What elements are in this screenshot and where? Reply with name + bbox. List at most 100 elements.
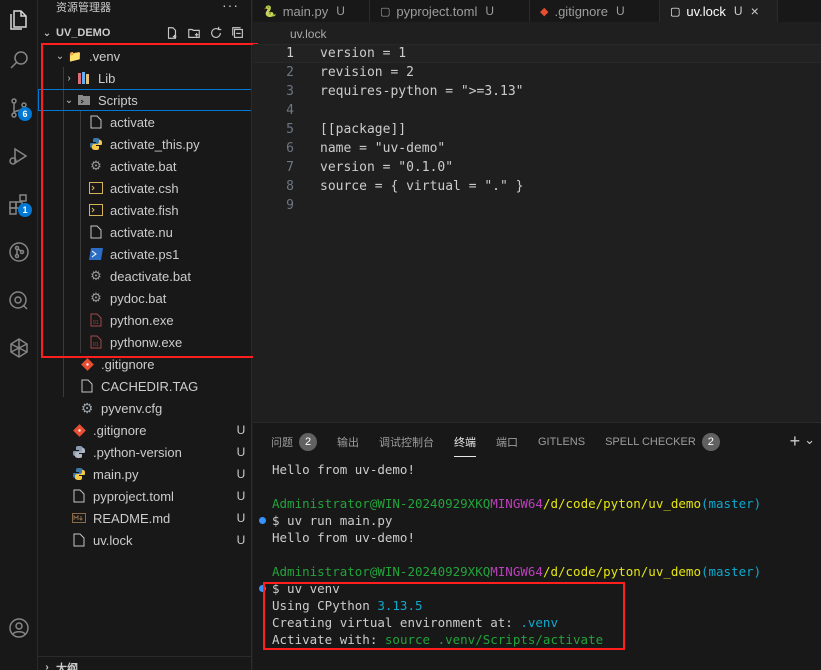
activity-bar: 6 1	[0, 0, 38, 670]
tree-file-pyvenv-cfg[interactable]: ⚙ pyvenv.cfg	[38, 397, 251, 419]
markdown-icon	[71, 510, 87, 526]
git-icon	[79, 356, 95, 372]
chevron-down-icon: ⌄	[42, 27, 52, 39]
tree-file-activate[interactable]: activate	[38, 111, 251, 133]
python-folder-icon: 📁	[68, 50, 82, 63]
untracked-status: U	[236, 423, 246, 437]
tree-file-activate-this-py[interactable]: activate_this.py	[38, 133, 251, 155]
tree-file-activate-nu[interactable]: activate.nu	[38, 221, 251, 243]
terminal-file-icon	[88, 180, 104, 196]
workspace-title: UV_DEMO	[56, 27, 111, 39]
tab-pyproject-toml[interactable]: ▢ pyproject.toml U	[370, 0, 530, 22]
explorer-toolbar	[164, 25, 246, 41]
tab-ports[interactable]: 端口	[496, 431, 518, 453]
svg-text:01: 01	[93, 342, 99, 348]
tree-file-activate-bat[interactable]: ⚙ activate.bat	[38, 155, 251, 177]
python-file-icon	[71, 444, 87, 460]
command-decoration-icon[interactable]	[259, 517, 266, 524]
tab-problems[interactable]: 问题 2	[271, 431, 317, 453]
tree-file-pythonw-exe[interactable]: 01 pythonw.exe	[38, 331, 251, 353]
tab-gitlens[interactable]: GITLENS	[538, 431, 585, 453]
tree-file-pydoc-bat[interactable]: ⚙ pydoc.bat	[38, 287, 251, 309]
breadcrumb: uv.lock	[253, 24, 326, 44]
tree-folder-lib[interactable]: › Lib	[38, 67, 251, 89]
tree-file-uv-lock[interactable]: uv.lock U	[38, 529, 251, 551]
file-icon	[79, 378, 95, 394]
file-icon	[71, 488, 87, 504]
code-line: 8 source = { virtual = "." }	[286, 179, 524, 194]
file-icon: ▢	[670, 5, 681, 18]
outline-title: 大纲	[56, 662, 78, 670]
git-icon: ◆	[540, 5, 549, 18]
tree-file-deactivate-bat[interactable]: ⚙ deactivate.bat	[38, 265, 251, 287]
panel-tabs: 问题 2 输出 调试控制台 终端 端口 GITLENS SPELL CHECKE…	[271, 431, 720, 457]
extensions-badge: 1	[18, 203, 32, 217]
tree-file-python-exe[interactable]: 01 python.exe	[38, 309, 251, 331]
tab-uv-lock[interactable]: ▢ uv.lock U ×	[660, 0, 778, 22]
terminal-line: $ uv run main.py	[272, 513, 393, 528]
copilot-icon[interactable]	[0, 328, 38, 368]
account-icon[interactable]	[0, 608, 38, 648]
code-line: 9	[286, 198, 294, 213]
tree-file-cachedir-tag[interactable]: CACHEDIR.TAG	[38, 375, 251, 397]
tree-file-readme-md[interactable]: README.md U	[38, 507, 251, 529]
tree-file-activate-fish[interactable]: activate.fish	[38, 199, 251, 221]
python-file-icon	[88, 136, 104, 152]
chevron-down-icon: ⌄	[64, 94, 74, 106]
more-actions-icon[interactable]: ···	[222, 0, 239, 13]
git-graph-icon[interactable]	[0, 232, 38, 272]
untracked-status: U	[236, 533, 246, 547]
remote-explorer-icon[interactable]	[0, 280, 38, 320]
tab-gitignore[interactable]: ◆ .gitignore U	[530, 0, 660, 22]
source-control-icon[interactable]: 6	[0, 88, 38, 128]
code-line: 6 name = "uv-demo"	[286, 141, 446, 156]
tree-folder-venv[interactable]: ⌄ 📁 .venv	[38, 45, 251, 67]
new-terminal-icon[interactable]: +	[790, 431, 801, 452]
tab-output[interactable]: 输出	[337, 431, 359, 453]
terminal-line: Activate with: source .venv/Scripts/acti…	[272, 632, 604, 647]
terminal-line: Using CPython 3.13.5	[272, 598, 423, 613]
gear-icon: ⚙	[80, 399, 94, 416]
command-decoration-icon[interactable]	[259, 585, 266, 592]
terminal-line: Hello from uv-demo!	[272, 530, 415, 545]
new-folder-icon[interactable]	[186, 25, 202, 41]
explorer-icon[interactable]	[0, 0, 38, 40]
tree-file-main-py[interactable]: main.py U	[38, 463, 251, 485]
terminal-prompt-line: Administrator@WIN-20240929XKQ MINGW64 /d…	[272, 496, 762, 511]
tab-terminal[interactable]: 终端	[454, 431, 476, 457]
tree-file-activate-csh[interactable]: activate.csh	[38, 177, 251, 199]
untracked-status: U	[236, 511, 246, 525]
tree-file-activate-ps1[interactable]: activate.ps1	[38, 243, 251, 265]
untracked-status: U	[236, 467, 246, 481]
chevron-down-icon[interactable]: ⌄	[804, 432, 815, 448]
outline-section-header[interactable]: › 大纲	[38, 656, 251, 670]
tab-main-py[interactable]: 🐍 main.py U	[253, 0, 370, 22]
library-folder-icon	[76, 70, 92, 86]
untracked-status: U	[236, 445, 246, 459]
bottom-panel: 问题 2 输出 调试控制台 终端 端口 GITLENS SPELL CHECKE…	[253, 422, 821, 670]
git-icon	[71, 422, 87, 438]
new-file-icon[interactable]	[164, 25, 180, 41]
panel-actions: + ⌄	[790, 431, 815, 452]
run-debug-icon[interactable]	[0, 136, 38, 176]
workspace-section-header[interactable]: ⌄ UV_DEMO	[38, 22, 251, 44]
tab-debug-console[interactable]: 调试控制台	[379, 431, 434, 453]
scm-badge: 6	[18, 107, 32, 121]
powershell-icon	[88, 246, 104, 262]
close-icon[interactable]: ×	[751, 3, 759, 19]
explorer-sidebar: 资源管理器 ··· ⌄ UV_DEMO ⌄ 📁 .venv › Lib ⌄ Sc…	[38, 0, 252, 670]
tree-file-gitignore[interactable]: .gitignore U	[38, 419, 251, 441]
code-editor[interactable]: 1 version = 1 2 revision = 2 3 requires-…	[253, 44, 821, 422]
search-icon[interactable]	[0, 40, 38, 80]
refresh-icon[interactable]	[208, 25, 224, 41]
collapse-all-icon[interactable]	[230, 25, 246, 41]
code-line: 2 revision = 2	[286, 65, 414, 80]
extensions-icon[interactable]: 1	[0, 184, 38, 224]
code-line: 7 version = "0.1.0"	[286, 160, 454, 175]
tab-spell-checker[interactable]: SPELL CHECKER 2	[605, 431, 720, 453]
tree-file-venv-gitignore[interactable]: .gitignore	[38, 353, 251, 375]
tree-file-python-version[interactable]: .python-version U	[38, 441, 251, 463]
tree-file-pyproject-toml[interactable]: pyproject.toml U	[38, 485, 251, 507]
breadcrumb-file[interactable]: uv.lock	[290, 27, 326, 41]
tree-folder-scripts[interactable]: ⌄ Scripts	[38, 89, 251, 111]
